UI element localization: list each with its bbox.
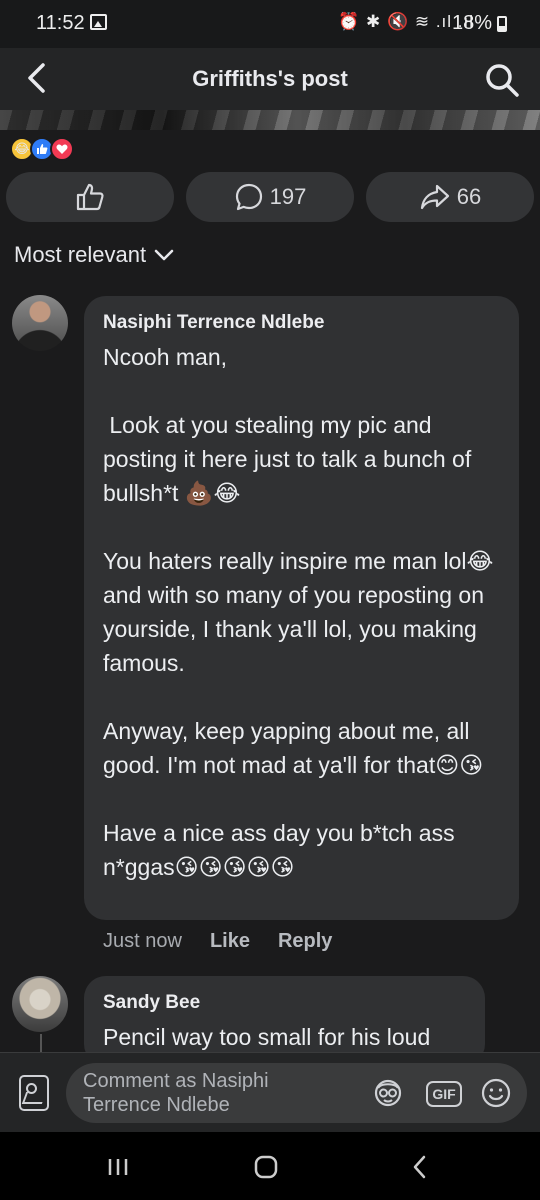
- gif-button[interactable]: GIF: [426, 1081, 462, 1107]
- like-button[interactable]: [6, 172, 174, 222]
- share-button[interactable]: 66: [366, 172, 534, 222]
- search-button[interactable]: [480, 58, 524, 102]
- post-image[interactable]: [0, 110, 540, 130]
- share-arrow-icon: [420, 184, 449, 210]
- photo-icon[interactable]: [19, 1075, 49, 1111]
- header: Griffiths's post: [0, 48, 540, 110]
- avatar[interactable]: [12, 976, 68, 1032]
- page-title: Griffiths's post: [192, 66, 348, 91]
- comment-text: Pencil way too small for his loud: [103, 1024, 431, 1050]
- status-bar: 11:52 ⏰ ✱ 🔇 ≋ .ıl .ıl 18%: [0, 0, 540, 48]
- comment-button[interactable]: 197: [186, 172, 354, 222]
- avatar-sticker-icon[interactable]: [372, 1077, 404, 1109]
- comment-bubble: Nasiphi Terrence Ndlebe Ncooh man, Look …: [84, 296, 519, 920]
- emoji-icon[interactable]: [480, 1077, 512, 1109]
- comment-author[interactable]: Nasiphi Terrence Ndlebe: [103, 312, 324, 334]
- system-nav-bar: [0, 1132, 540, 1200]
- share-count: 66: [456, 184, 482, 209]
- thread-line: [40, 1034, 42, 1052]
- comment-count: 197: [269, 184, 307, 209]
- post-actions: 197 66: [6, 172, 534, 222]
- comment-reply-link[interactable]: Reply: [278, 930, 332, 953]
- comment-like-link[interactable]: Like: [210, 930, 250, 953]
- reaction-summary[interactable]: 😂: [10, 137, 80, 161]
- search-icon: [486, 64, 519, 97]
- comment-bubble-icon: [235, 183, 262, 211]
- comment-timestamp: Just now: [103, 930, 182, 952]
- love-reaction-icon: [50, 137, 74, 161]
- comment-meta: Just now Like Reply: [103, 930, 332, 953]
- sort-label: Most relevant: [14, 242, 147, 267]
- battery-percentage: 18%: [451, 12, 492, 34]
- avatar[interactable]: [12, 295, 68, 351]
- comment-author[interactable]: Sandy Bee: [103, 992, 200, 1014]
- sort-dropdown[interactable]: Most relevant: [14, 242, 174, 268]
- comment-text: Ncooh man, Look at you stealing my pic a…: [103, 344, 494, 880]
- thumbs-up-icon: [76, 183, 104, 211]
- nav-back-icon[interactable]: [400, 1152, 440, 1182]
- recent-apps-icon[interactable]: [98, 1152, 138, 1182]
- battery-icon: [497, 16, 507, 32]
- comment-composer: Comment as Nasiphi Terrence Ndlebe GIF: [0, 1052, 540, 1132]
- home-icon[interactable]: [246, 1152, 286, 1182]
- gallery-notification-icon: [90, 14, 107, 30]
- comment-input[interactable]: Comment as Nasiphi Terrence Ndlebe GIF: [66, 1063, 527, 1123]
- comment-input-placeholder: Comment as Nasiphi Terrence Ndlebe: [83, 1070, 269, 1116]
- chevron-down-icon: [154, 249, 174, 261]
- status-time: 11:52: [36, 12, 85, 34]
